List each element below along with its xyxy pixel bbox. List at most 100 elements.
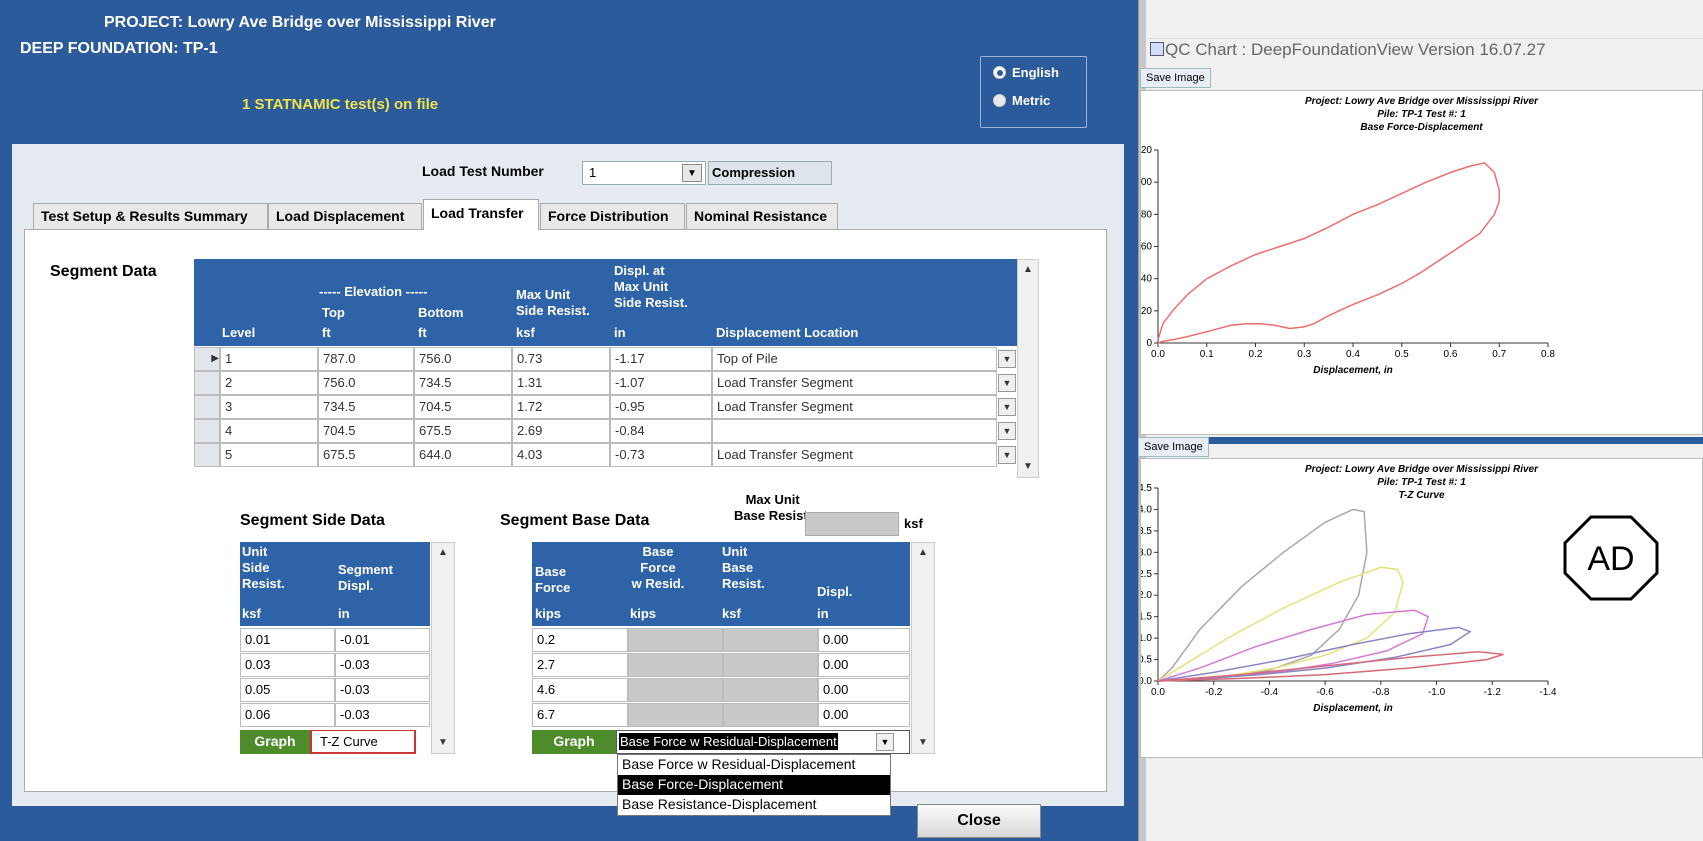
cell-location[interactable] (712, 419, 997, 443)
cell-max-unit[interactable]: 1.72 (512, 395, 610, 419)
cell-displ[interactable]: -0.95 (610, 395, 712, 419)
cell-top[interactable]: 675.5 (318, 443, 414, 467)
x-tick-label: -1.2 (1484, 687, 1502, 698)
base-cell-force[interactable]: 6.7 (532, 703, 628, 727)
base-cell-displ[interactable]: 0.00 (818, 678, 910, 702)
chevron-down-icon[interactable]: ▼ (876, 733, 894, 751)
cell-level[interactable]: 4 (220, 419, 318, 443)
dropdown-option[interactable]: Base Force-Displacement (618, 775, 890, 795)
cell-level[interactable]: 2 (220, 371, 318, 395)
chevron-down-icon[interactable]: ▼ (682, 164, 702, 182)
cell-max-unit[interactable]: 2.69 (512, 419, 610, 443)
x-tick-label: -1.4 (1539, 687, 1557, 698)
cell-location[interactable]: Top of Pile (712, 347, 997, 371)
table-row[interactable]: ▶ 1 787.0 756.0 0.73 -1.17 Top of Pile ▼ (194, 347, 1017, 371)
cell-level[interactable]: 1 (220, 347, 318, 371)
side-cell-resist[interactable]: 0.06 (240, 703, 335, 727)
base-cell-displ[interactable]: 0.00 (818, 653, 910, 677)
close-button[interactable]: Close (917, 804, 1041, 838)
side-cell-displ[interactable]: -0.03 (335, 678, 430, 702)
base-cell-force[interactable]: 4.6 (532, 678, 628, 702)
chevron-down-icon[interactable]: ▼ (998, 446, 1016, 464)
side-cell-displ[interactable]: -0.03 (335, 703, 430, 727)
table-row[interactable]: 5 675.5 644.0 4.03 -0.73 Load Transfer Segmen… (194, 443, 1017, 467)
cell-location[interactable]: Load Transfer Segment (712, 395, 997, 419)
cell-top[interactable]: 756.0 (318, 371, 414, 395)
cell-displ[interactable]: -1.07 (610, 371, 712, 395)
cell-top[interactable]: 734.5 (318, 395, 414, 419)
save-image-button[interactable]: Save Image (1140, 68, 1211, 88)
col-side-resist: Side Resist. (516, 303, 590, 318)
tab-nominal-resistance[interactable]: Nominal Resistance (686, 203, 838, 229)
cell-displ[interactable]: -0.73 (610, 443, 712, 467)
table-row[interactable]: 4 704.5 675.5 2.69 -0.84 ▼ (194, 419, 1017, 443)
dropdown-option[interactable]: Base Resistance-Displacement (618, 795, 890, 815)
scroll-up-icon[interactable]: ▲ (435, 545, 451, 561)
side-graph-select[interactable]: T-Z Curve (310, 730, 416, 754)
radio-selected-icon (993, 66, 1006, 79)
side-graph-button[interactable]: Graph (240, 730, 310, 754)
chevron-down-icon[interactable]: ▼ (998, 350, 1016, 368)
save-image-button-2[interactable]: Save Image (1138, 437, 1209, 457)
tests-on-file: 1 STATNAMIC test(s) on file (242, 96, 439, 113)
base-cell-displ[interactable]: 0.00 (818, 628, 910, 652)
row-selector[interactable] (194, 443, 220, 467)
base-cell-displ[interactable]: 0.00 (818, 703, 910, 727)
max-unit-base-resist-field[interactable] (805, 512, 899, 536)
scroll-down-icon[interactable]: ▼ (1020, 459, 1036, 475)
base-scrollbar[interactable]: ▲ ▼ (911, 542, 935, 754)
row-selector[interactable]: ▶ (194, 347, 220, 371)
tab-test-setup[interactable]: Test Setup & Results Summary (33, 203, 268, 229)
cell-bottom[interactable]: 644.0 (414, 443, 512, 467)
chevron-down-icon[interactable]: ▼ (998, 374, 1016, 392)
scroll-up-icon[interactable]: ▲ (915, 545, 931, 561)
side-cell-resist[interactable]: 0.03 (240, 653, 335, 677)
col-level: Level (222, 325, 256, 340)
base-cell-force[interactable]: 2.7 (532, 653, 628, 677)
metric-radio[interactable]: Metric (993, 93, 1050, 108)
cell-displ[interactable]: -1.17 (610, 347, 712, 371)
table-row[interactable]: 2 756.0 734.5 1.31 -1.07 Load Transfer Segmen… (194, 371, 1017, 395)
tab-force-distribution[interactable]: Force Distribution (540, 203, 685, 229)
chevron-down-icon[interactable]: ▼ (998, 398, 1016, 416)
segment-scrollbar[interactable]: ▲ ▼ (1017, 259, 1039, 478)
scroll-down-icon[interactable]: ▼ (915, 735, 931, 751)
cell-max-unit[interactable]: 0.73 (512, 347, 610, 371)
base-cell-force[interactable]: 0.2 (532, 628, 628, 652)
cell-max-unit[interactable]: 4.03 (512, 443, 610, 467)
cell-bottom[interactable]: 675.5 (414, 419, 512, 443)
cell-max-unit[interactable]: 1.31 (512, 371, 610, 395)
row-selector[interactable] (194, 395, 220, 419)
row-selector[interactable] (194, 371, 220, 395)
chart-panel-2: Project: Lowry Ave Bridge over Mississip… (1140, 458, 1703, 758)
side-scrollbar[interactable]: ▲ ▼ (431, 542, 455, 754)
dropdown-option[interactable]: Base Force w Residual-Displacement (618, 755, 890, 775)
chevron-down-icon[interactable]: ▼ (998, 422, 1016, 440)
tab-load-displacement[interactable]: Load Displacement (268, 203, 422, 229)
side-cell-resist[interactable]: 0.01 (240, 628, 335, 652)
cell-level[interactable]: 5 (220, 443, 318, 467)
cell-bottom[interactable]: 734.5 (414, 371, 512, 395)
cell-top[interactable]: 787.0 (318, 347, 414, 371)
col-top: Top (322, 305, 345, 320)
table-row[interactable]: 3 734.5 704.5 1.72 -0.95 Load Transfer Segmen… (194, 395, 1017, 419)
tab-load-transfer[interactable]: Load Transfer (423, 199, 539, 230)
base-graph-dropdown-list[interactable]: Base Force w Residual-Displacement Base … (617, 754, 891, 816)
base-graph-button[interactable]: Graph (532, 730, 616, 754)
cell-location[interactable]: Load Transfer Segment (712, 443, 997, 467)
base-graph-select[interactable]: Base Force w Residual-Displacement (616, 730, 910, 754)
english-radio[interactable]: English (993, 65, 1059, 80)
side-cell-resist[interactable]: 0.05 (240, 678, 335, 702)
cell-top[interactable]: 704.5 (318, 419, 414, 443)
cell-bottom[interactable]: 704.5 (414, 395, 512, 419)
side-cell-displ[interactable]: -0.03 (335, 653, 430, 677)
x-tick-label: 0.3 (1297, 349, 1311, 360)
cell-location[interactable]: Load Transfer Segment (712, 371, 997, 395)
cell-bottom[interactable]: 756.0 (414, 347, 512, 371)
side-cell-displ[interactable]: -0.01 (335, 628, 430, 652)
cell-level[interactable]: 3 (220, 395, 318, 419)
row-selector[interactable] (194, 419, 220, 443)
cell-displ[interactable]: -0.84 (610, 419, 712, 443)
scroll-up-icon[interactable]: ▲ (1020, 262, 1036, 278)
scroll-down-icon[interactable]: ▼ (435, 735, 451, 751)
